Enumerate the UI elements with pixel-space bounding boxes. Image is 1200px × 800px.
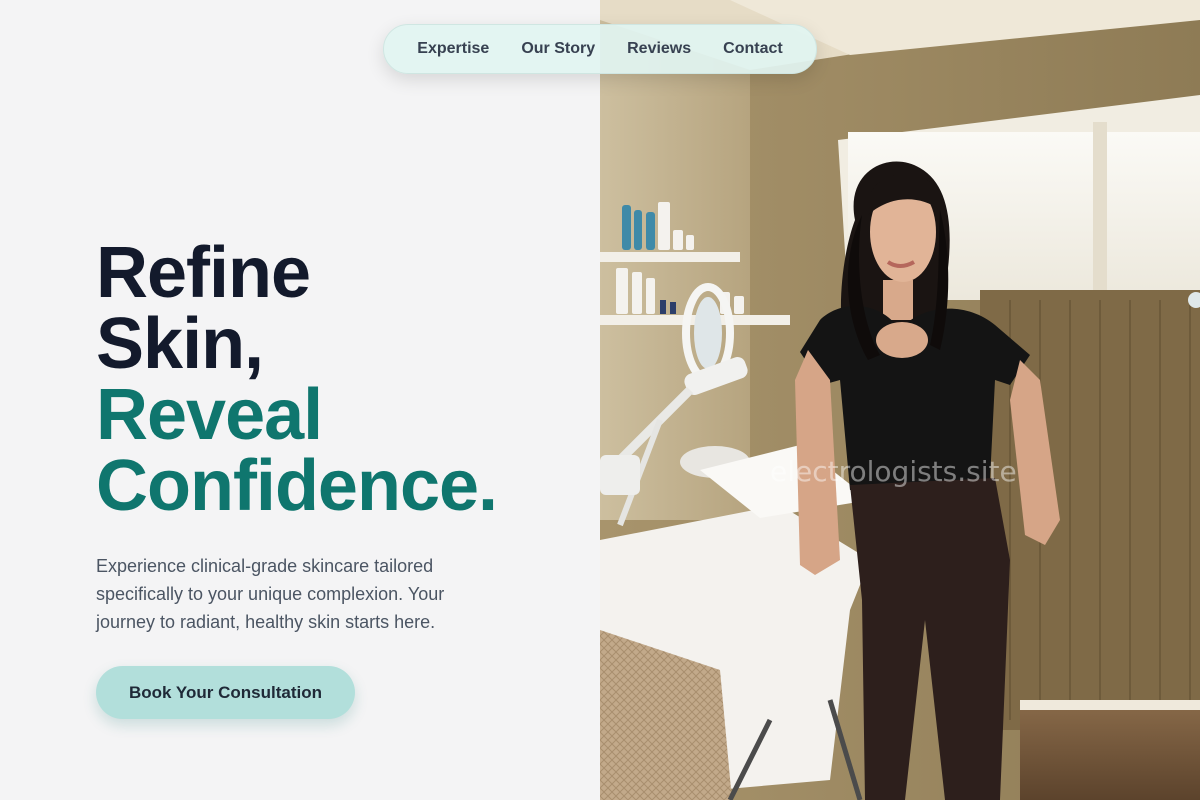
nav-link-our-story[interactable]: Our Story xyxy=(521,40,595,58)
headline-line-2: Skin, xyxy=(96,304,264,384)
watermark-text: electrologists.site xyxy=(770,455,1017,488)
hero-content: Refine Skin, Reveal Confidence. Experien… xyxy=(96,233,576,719)
nav-link-contact[interactable]: Contact xyxy=(723,40,783,58)
esthetician-portrait-photo xyxy=(600,0,1200,800)
headline-line-4: Confidence. xyxy=(96,446,498,526)
headline-line-3: Reveal xyxy=(96,375,323,455)
hero-subtext: Experience clinical-grade skincare tailo… xyxy=(96,556,445,632)
top-nav: Expertise Our Story Reviews Contact xyxy=(383,24,817,74)
nav-link-reviews[interactable]: Reviews xyxy=(627,40,691,58)
hero-headline: Refine Skin, Reveal Confidence. xyxy=(96,233,576,526)
nav-link-expertise[interactable]: Expertise xyxy=(417,40,489,58)
headline-line-1: Refine xyxy=(96,233,311,313)
book-consultation-button[interactable]: Book Your Consultation xyxy=(96,666,355,719)
hero-left-panel: Refine Skin, Reveal Confidence. Experien… xyxy=(0,0,600,800)
hero-photo xyxy=(600,0,1200,800)
